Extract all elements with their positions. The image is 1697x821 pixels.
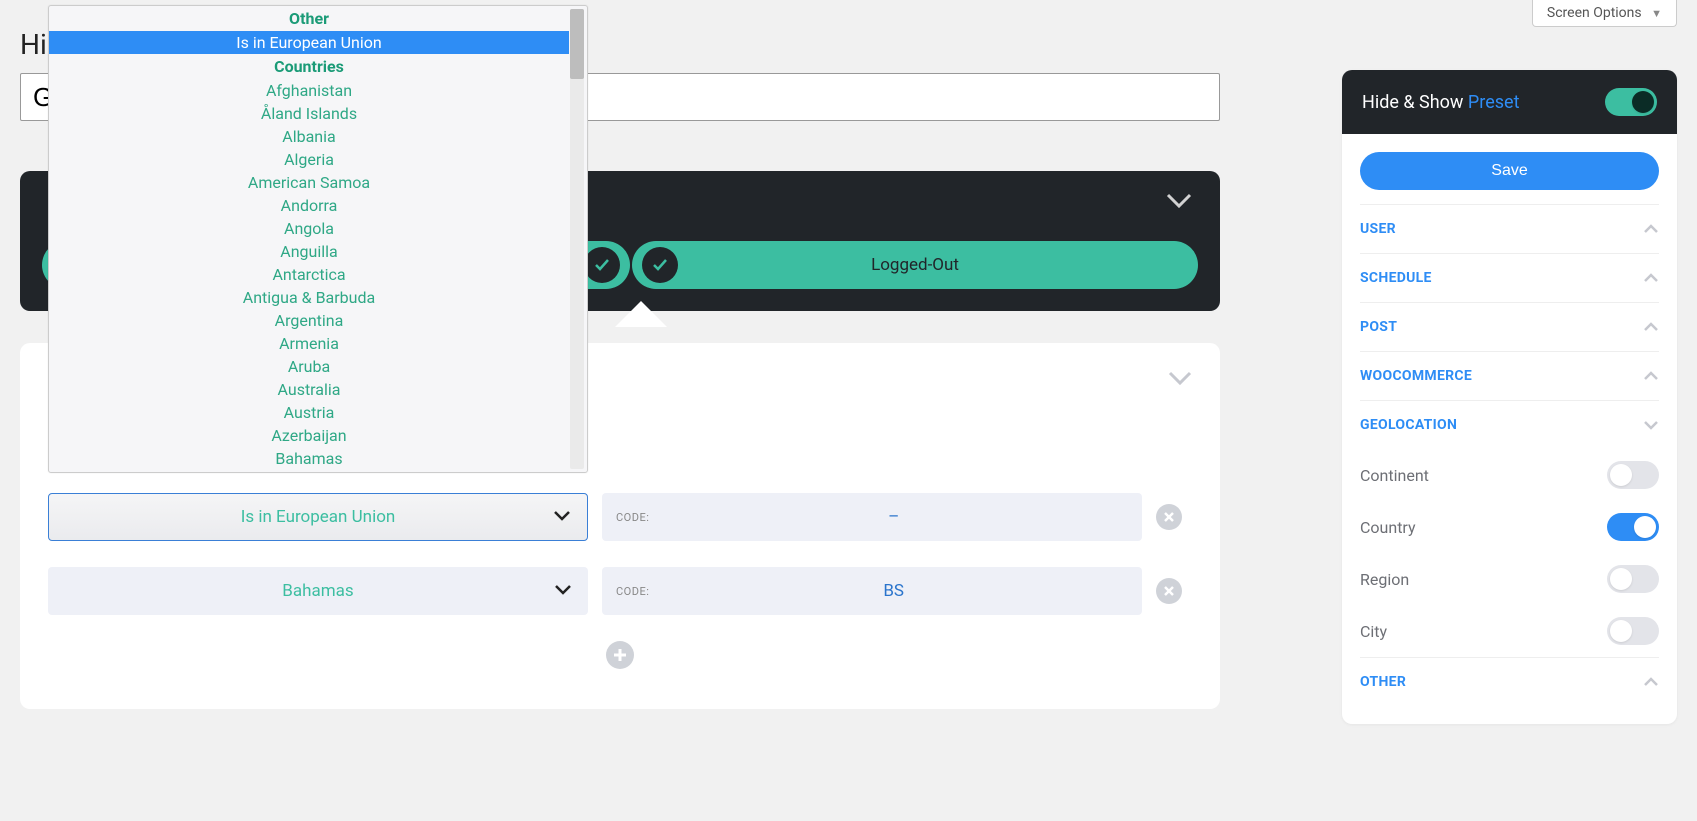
dropdown-item[interactable]: Algeria <box>49 148 569 171</box>
screen-options-button[interactable]: Screen Options ▼ <box>1532 0 1677 27</box>
dropdown-item[interactable]: Armenia <box>49 332 569 355</box>
sidebar-panel: Hide & Show Preset Save USER SCHEDULE PO… <box>1342 70 1677 724</box>
country-select-label: Bahamas <box>282 581 353 601</box>
section-label: SCHEDULE <box>1360 270 1432 286</box>
dropdown-item[interactable]: American Samoa <box>49 171 569 194</box>
dropdown-group-countries: Countries <box>49 54 569 79</box>
scrollbar-thumb[interactable] <box>570 9 584 79</box>
geo-item-label: Country <box>1360 518 1416 537</box>
chevron-down-icon <box>553 507 571 527</box>
sidebar-header: Hide & Show Preset <box>1342 70 1677 134</box>
chevron-up-icon <box>1643 677 1659 687</box>
dropdown-item[interactable]: Andorra <box>49 194 569 217</box>
continent-toggle[interactable] <box>1607 461 1659 489</box>
geo-item-label: Region <box>1360 570 1409 589</box>
sidebar-section-user[interactable]: USER <box>1360 204 1659 253</box>
country-select[interactable]: Is in European Union <box>48 493 588 541</box>
geo-item-continent: Continent <box>1360 449 1659 501</box>
sidebar-title: Hide & Show Preset <box>1362 92 1519 113</box>
chevron-down-icon <box>1643 420 1659 430</box>
code-label: CODE: <box>616 585 649 598</box>
sidebar-section-other[interactable]: OTHER <box>1360 657 1659 706</box>
sidebar-title-b: Preset <box>1468 92 1520 113</box>
chevron-up-icon <box>1643 322 1659 332</box>
dropdown-item[interactable]: Bahamas <box>49 447 569 470</box>
section-label: GEOLOCATION <box>1360 417 1457 433</box>
sidebar-section-geolocation[interactable]: GEOLOCATION <box>1360 400 1659 449</box>
chevron-up-icon <box>1643 273 1659 283</box>
dropdown-item[interactable]: Afghanistan <box>49 79 569 102</box>
logged-out-pill[interactable]: Logged-Out <box>632 241 1198 289</box>
chevron-up-icon <box>1643 371 1659 381</box>
dropdown-item-selected[interactable]: Is in European Union <box>49 31 569 54</box>
dropdown-item[interactable]: Argentina <box>49 309 569 332</box>
code-value: BS <box>659 581 1128 601</box>
condition-row: Is in European Union CODE: – <box>48 493 1192 541</box>
sidebar-section-woocommerce[interactable]: WOOCOMMERCE <box>1360 351 1659 400</box>
code-value: – <box>659 507 1128 527</box>
dropdown-item[interactable]: Angola <box>49 217 569 240</box>
country-code-box: CODE: BS <box>602 567 1142 615</box>
sidebar-section-post[interactable]: POST <box>1360 302 1659 351</box>
check-icon <box>642 247 678 283</box>
add-row-button[interactable] <box>606 641 634 669</box>
dropdown-item[interactable]: Anguilla <box>49 240 569 263</box>
dropdown-item[interactable]: Antigua & Barbuda <box>49 286 569 309</box>
remove-row-button[interactable] <box>1156 504 1182 530</box>
geo-item-city: City <box>1360 605 1659 657</box>
country-select[interactable]: Bahamas <box>48 567 588 615</box>
dropdown-item[interactable]: Aruba <box>49 355 569 378</box>
dropdown-item[interactable]: Åland Islands <box>49 102 569 125</box>
target-panel-collapse-icon[interactable] <box>1166 193 1192 209</box>
dropdown-scroll: Other Is in European Union Countries Afg… <box>49 6 569 472</box>
geo-item-region: Region <box>1360 553 1659 605</box>
geo-item-country: Country <box>1360 501 1659 553</box>
check-icon <box>584 247 620 283</box>
sidebar-section-schedule[interactable]: SCHEDULE <box>1360 253 1659 302</box>
screen-options-label: Screen Options <box>1547 5 1642 21</box>
chevron-up-icon <box>1643 224 1659 234</box>
condition-row: Bahamas CODE: BS <box>48 567 1192 615</box>
dropdown-item[interactable]: Austria <box>49 401 569 424</box>
city-toggle[interactable] <box>1607 617 1659 645</box>
dropdown-item[interactable]: Australia <box>49 378 569 401</box>
save-button[interactable]: Save <box>1360 152 1659 190</box>
conditions-panel-collapse-icon[interactable] <box>1168 371 1192 390</box>
code-label: CODE: <box>616 511 649 524</box>
remove-row-button[interactable] <box>1156 578 1182 604</box>
geo-item-label: City <box>1360 622 1387 641</box>
chevron-down-icon <box>554 581 572 601</box>
dropdown-item[interactable]: Albania <box>49 125 569 148</box>
dropdown-group-other: Other <box>49 6 569 31</box>
country-code-box: CODE: – <box>602 493 1142 541</box>
section-label: OTHER <box>1360 674 1406 690</box>
geo-item-label: Continent <box>1360 466 1429 485</box>
sidebar-title-a: Hide & Show <box>1362 92 1468 113</box>
dropdown-item[interactable]: Azerbaijan <box>49 424 569 447</box>
country-select-label: Is in European Union <box>241 507 396 527</box>
region-toggle[interactable] <box>1607 565 1659 593</box>
section-label: POST <box>1360 319 1397 335</box>
screen-options-caret-icon: ▼ <box>1651 7 1662 20</box>
preset-enabled-toggle[interactable] <box>1605 88 1657 116</box>
country-dropdown[interactable]: Other Is in European Union Countries Afg… <box>48 5 588 473</box>
dropdown-item[interactable]: Antarctica <box>49 263 569 286</box>
section-label: WOOCOMMERCE <box>1360 368 1472 384</box>
section-label: USER <box>1360 221 1396 237</box>
arrow-indicator-icon <box>615 301 667 327</box>
geolocation-subitems: Continent Country Region City <box>1360 449 1659 657</box>
country-toggle[interactable] <box>1607 513 1659 541</box>
sidebar-body: Save USER SCHEDULE POST WOOCOMMERCE GEOL… <box>1342 134 1677 724</box>
logged-out-label: Logged-Out <box>871 255 959 275</box>
